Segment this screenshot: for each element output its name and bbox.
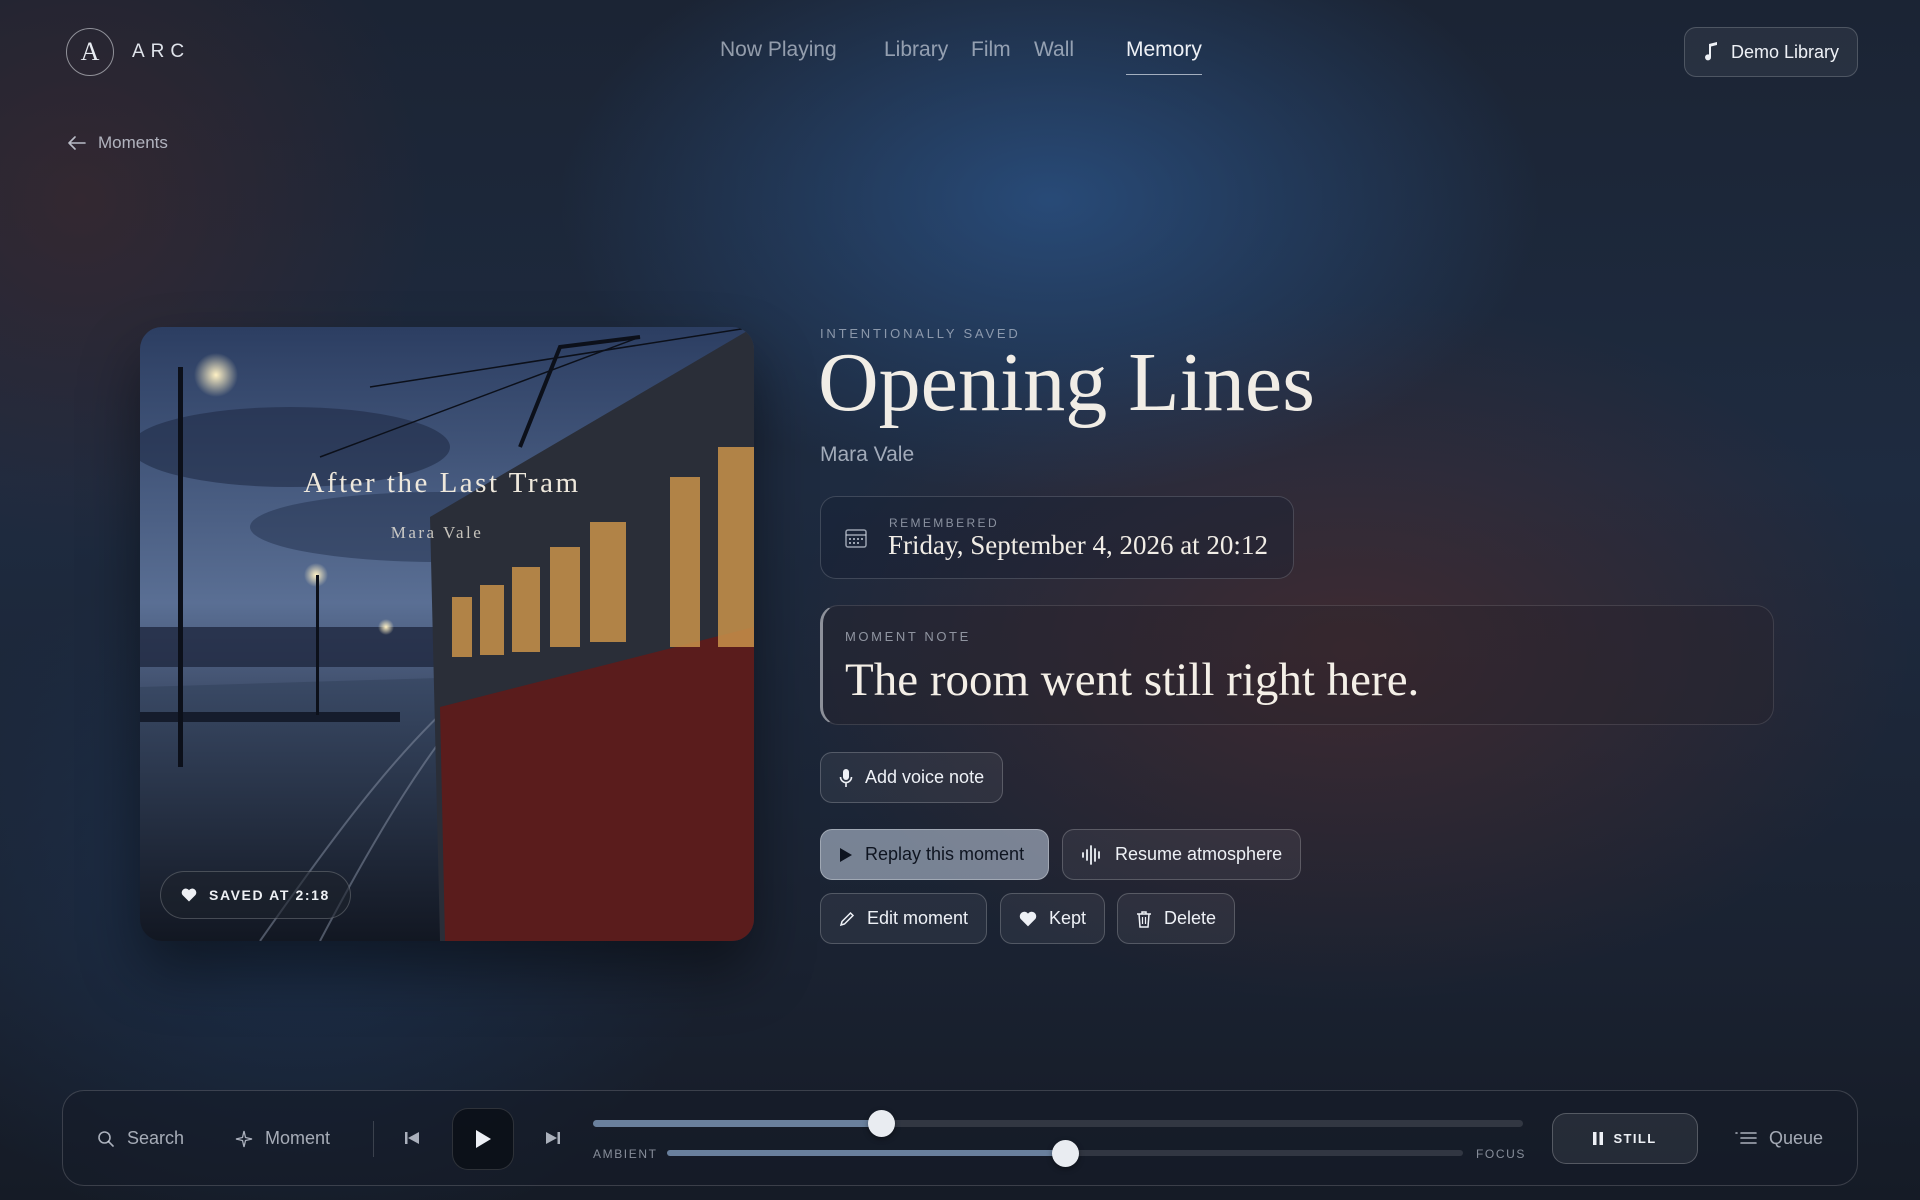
edit-moment-label: Edit moment: [867, 908, 969, 928]
ambient-label: AMBIENT: [593, 1147, 658, 1161]
demo-library-label: Demo Library: [1730, 41, 1839, 62]
cover-album-artist: Mara Vale: [390, 523, 484, 542]
moment-label: Moment: [265, 1128, 331, 1148]
queue-label: Queue: [1769, 1128, 1824, 1148]
demo-library-button[interactable]: Demo Library: [1683, 27, 1858, 77]
playback-progress-slider[interactable]: [593, 1110, 1523, 1137]
moment-button[interactable]: Moment: [235, 1128, 330, 1149]
queue-button[interactable]: Queue: [1735, 1128, 1823, 1149]
pencil-icon: [839, 911, 855, 926]
trash-icon: [1137, 910, 1151, 928]
heart-icon: [181, 888, 197, 902]
ambient-focus-fill: [667, 1150, 1065, 1156]
moment-note-text: The room went still right here.: [845, 654, 1420, 706]
calendar-icon: [845, 529, 867, 548]
waveform-icon: [1082, 844, 1100, 865]
ambient-focus-slider[interactable]: [667, 1140, 1463, 1167]
add-voice-note-label: Add voice note: [865, 767, 985, 787]
cover-album-title: After the Last Tram: [303, 467, 581, 499]
play-icon: [840, 847, 852, 862]
resume-atmosphere-button[interactable]: Resume atmosphere: [1062, 829, 1302, 880]
nav-memory[interactable]: Memory: [1126, 38, 1202, 75]
player-bar: Search Moment AMBIENT FOCUS STILL Queue: [62, 1090, 1858, 1186]
nav-library[interactable]: Library: [884, 38, 948, 74]
queue-icon: [1735, 1131, 1757, 1144]
nav-film[interactable]: Film: [971, 38, 1011, 74]
skip-back-icon: [405, 1132, 419, 1144]
moment-note-card[interactable]: MOMENT NOTE The room went still right he…: [820, 605, 1774, 725]
saved-at-badge: SAVED AT 2:18: [160, 871, 351, 919]
sparkle-icon: [235, 1130, 253, 1147]
delete-label: Delete: [1164, 908, 1217, 928]
play-icon: [476, 1130, 491, 1148]
still-button[interactable]: STILL: [1552, 1113, 1698, 1164]
heart-icon: [1019, 911, 1037, 926]
microphone-icon: [839, 768, 853, 787]
player-divider: [373, 1121, 374, 1157]
ambient-focus-thumb[interactable]: [1052, 1140, 1079, 1167]
resume-atmosphere-label: Resume atmosphere: [1115, 844, 1283, 864]
back-to-moments-link[interactable]: Moments: [68, 133, 168, 153]
search-button[interactable]: Search: [97, 1128, 184, 1149]
playback-progress-thumb[interactable]: [868, 1110, 896, 1137]
moment-title: Opening Lines: [818, 336, 1315, 429]
focus-label: FOCUS: [1476, 1147, 1526, 1161]
main-nav: Now Playing Library Film Wall Memory: [0, 38, 1920, 78]
pause-icon: [1593, 1132, 1604, 1145]
search-icon: [98, 1130, 114, 1147]
nav-now-playing[interactable]: Now Playing: [720, 38, 837, 74]
replay-moment-label: Replay this moment: [865, 844, 1025, 864]
previous-track-button[interactable]: [404, 1131, 420, 1145]
kept-button[interactable]: Kept: [1000, 893, 1106, 944]
remembered-card: REMEMBERED Friday, September 4, 2026 at …: [820, 496, 1294, 579]
kept-label: Kept: [1049, 908, 1087, 928]
moment-artist: Mara Vale: [820, 443, 915, 466]
album-cover: After the Last Tram Mara Vale SAVED AT 2…: [140, 327, 754, 941]
moment-note-label: MOMENT NOTE: [845, 629, 971, 644]
add-voice-note-button[interactable]: Add voice note: [820, 752, 1004, 803]
album-artwork: [140, 327, 754, 941]
back-label: Moments: [98, 133, 168, 152]
nav-wall[interactable]: Wall: [1034, 38, 1074, 74]
replay-moment-button[interactable]: Replay this moment: [820, 829, 1049, 880]
edit-moment-button[interactable]: Edit moment: [820, 893, 988, 944]
search-label: Search: [127, 1128, 185, 1148]
delete-button[interactable]: Delete: [1117, 893, 1236, 944]
saved-at-label: SAVED AT 2:18: [209, 887, 330, 903]
play-button[interactable]: [452, 1108, 514, 1170]
next-track-button[interactable]: [545, 1131, 561, 1145]
remembered-date: Friday, September 4, 2026 at 20:12: [888, 530, 1268, 560]
playback-progress-fill: [593, 1120, 882, 1127]
still-label: STILL: [1613, 1131, 1657, 1146]
arrow-left-icon: [68, 136, 86, 150]
music-note-icon: [1704, 42, 1717, 61]
skip-forward-icon: [546, 1132, 560, 1144]
remembered-label: REMEMBERED: [889, 516, 1000, 530]
